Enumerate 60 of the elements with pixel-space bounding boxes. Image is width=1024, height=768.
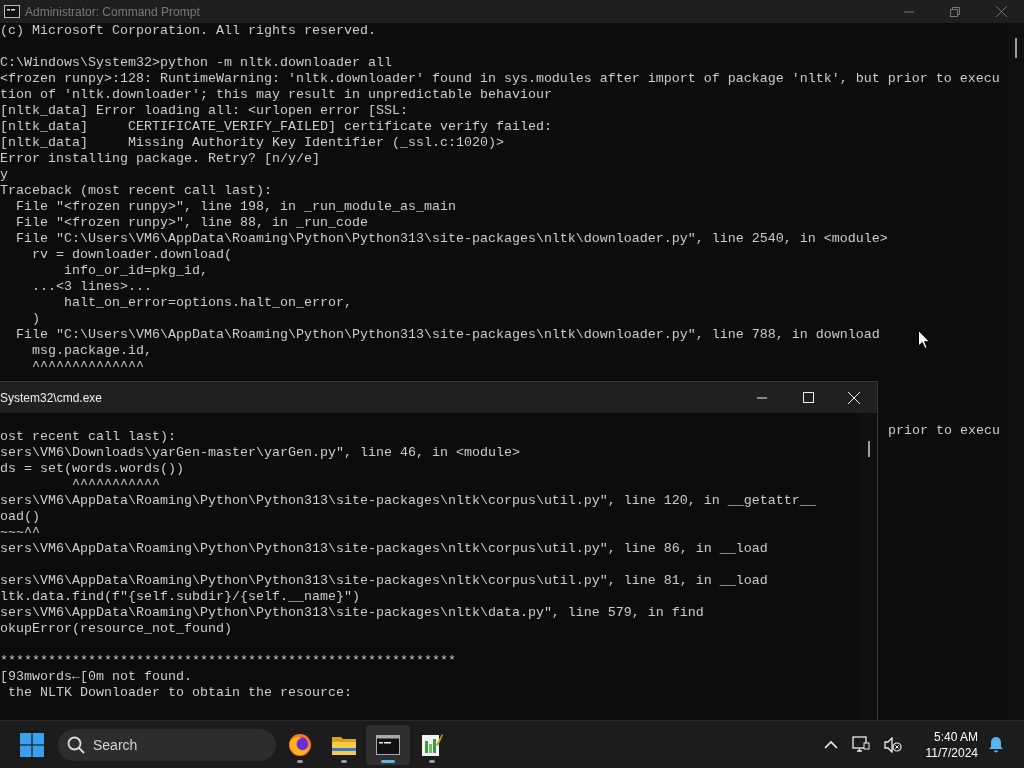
fox-globe-icon <box>288 732 312 757</box>
console-line: the NLTK Downloader to obtain the resource: <box>7 685 352 701</box>
console-line: tion of 'nltk.downloader'; this may result in unpredictable behaviour <box>0 87 552 103</box>
search-field[interactable]: Search <box>58 728 276 761</box>
window-title: Administrator: Command Prompt <box>25 4 200 19</box>
clock-time: 5:40 AM <box>933 728 978 745</box>
console-line: ltk.data.find(f"{self.subdir}/{self.__name}") <box>0 589 360 605</box>
console-line: File "C:\Users\VM6\AppData\Roaming\Python\Python313\site-packages\nltk\downloader.py", line 788, in download <box>15 327 880 343</box>
windows-logo-icon[interactable] <box>20 732 44 757</box>
speaker-muted-icon[interactable] <box>883 736 902 753</box>
console-line: msg.package.id, <box>31 343 152 359</box>
console-line: sers\VM6\AppData\Roaming\Python\Python313\site-packages\nltk\corpus\util.py", line 86, in __load <box>0 541 768 557</box>
console-line: y <box>0 167 8 183</box>
console-line: [93mwords←[0m not found. <box>0 669 192 685</box>
scrollbar-thumb[interactable] <box>868 441 870 457</box>
search-icon <box>67 735 85 754</box>
console-line: ^^^^^^^^^^^ <box>70 477 160 493</box>
monitor-icon[interactable] <box>851 736 870 753</box>
console-line: ...<3 lines>... <box>31 279 152 295</box>
console-line: sers\VM6\AppData\Roaming\Python\Python313\site-packages\nltk\data.py", line 579, in find <box>0 605 704 621</box>
bell-icon[interactable] <box>988 736 1004 753</box>
console-line: ds = set(words.words()) <box>0 461 184 477</box>
close-icon <box>995 6 1007 17</box>
console-line: oad() <box>0 509 40 525</box>
console-line: sers\VM6\Downloads\yarGen-master\yarGen.py", line 46, in <module> <box>0 445 520 461</box>
console-line: File "<frozen runpy>", line 88, in _run_code <box>15 215 368 231</box>
chevron-up-icon[interactable] <box>823 740 838 749</box>
console-line: (c) Microsoft Corporation. All rights reserved. <box>0 23 376 39</box>
console-line: C:\Windows\System32>python -m nltk.downloader all <box>0 55 392 71</box>
console-line: File "<frozen runpy>", line 198, in _run_module_as_main <box>15 199 456 215</box>
console-line: ^^^^^^^^^^^^^^ <box>31 359 144 375</box>
console-line: ost recent call last): <box>0 429 176 445</box>
terminal-icon <box>376 734 400 755</box>
console-line: halt_on_error=options.halt_on_error, <box>63 295 352 311</box>
console-line: Error installing package. Retry? [n/y/e] <box>0 151 320 167</box>
console-line: sers\VM6\AppData\Roaming\Python\Python313\site-packages\nltk\corpus\util.py", line 120, in __getattr__ <box>0 493 816 509</box>
console-line: [nltk_data] Missing Authority Key Identifier (_ssl.c:1020)> <box>0 135 504 151</box>
console-line: ~~~^^ <box>0 525 40 541</box>
console-line: File "C:\Users\VM6\AppData\Roaming\Python\Python313\site-packages\nltk\downloader.py", line 2540, in <module> <box>15 231 888 247</box>
console-line: okupError(resource_not_found) <box>0 621 232 637</box>
maximize-icon <box>802 392 814 403</box>
notepad-icon <box>421 732 443 757</box>
console-line: ) <box>31 311 40 327</box>
clock-date: 11/7/2024 <box>925 744 978 761</box>
console-line: [nltk_data] CERTIFICATE_VERIFY_FAILED] certificate verify failed: <box>0 119 552 135</box>
scrollbar-thumb[interactable] <box>1015 38 1017 58</box>
console-icon <box>4 5 20 18</box>
console-line: prior to execu <box>888 423 1000 439</box>
close-icon <box>848 391 860 404</box>
console-line: [nltk_data] Error loading all: <urlopen error [SSL: <box>0 103 408 119</box>
console-line: Traceback (most recent call last): <box>0 183 272 199</box>
restore-icon <box>950 6 960 17</box>
console-line: sers\VM6\AppData\Roaming\Python\Python313\site-packages\nltk\corpus\util.py", line 81, in __load <box>0 573 768 589</box>
mouse-cursor-icon <box>918 330 930 349</box>
taskbar-app-button[interactable] <box>366 724 410 765</box>
console-line: info_or_id=pkg_id, <box>63 263 208 279</box>
console-line: rv = downloader.download( <box>31 247 232 263</box>
console-line: ********************************************************* <box>0 653 456 669</box>
console-line: <frozen runpy>:128: RuntimeWarning: 'nltk.downloader' found in sys.modules after import of package 'nltk', but prior to execu <box>0 71 1000 87</box>
window-title: System32\cmd.exe <box>0 390 103 405</box>
